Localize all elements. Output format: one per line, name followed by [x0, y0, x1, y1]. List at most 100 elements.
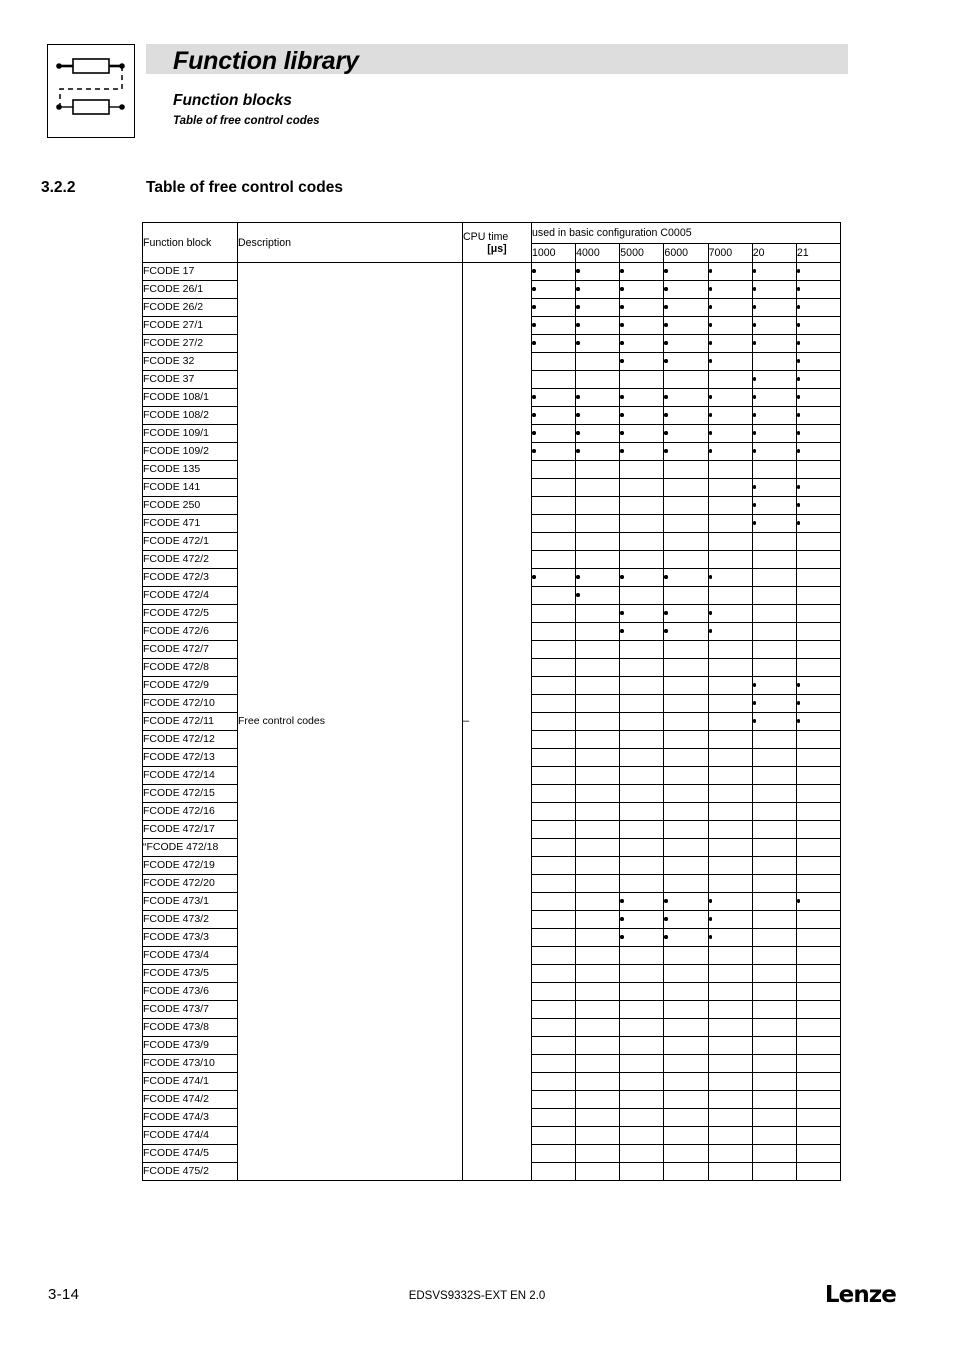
config-cell-empty-5000	[619, 514, 665, 533]
config-cell-empty-6000	[663, 658, 709, 677]
config-cell-empty-4000	[575, 982, 621, 1001]
config-cell-empty-1000	[530, 496, 577, 515]
config-cell-empty-6000	[663, 748, 709, 767]
config-cell-empty-6000	[663, 982, 709, 1001]
config-cell-marked-4000	[575, 442, 621, 461]
config-cell-empty-4000	[575, 658, 621, 677]
function-block-name: FCODE 473/10	[142, 1054, 238, 1073]
config-cell-marked-20	[751, 496, 797, 515]
config-cell-marked-20	[751, 334, 797, 353]
config-cell-empty-1000	[530, 514, 577, 533]
config-cell-empty-1000	[530, 370, 577, 389]
function-block-name: FCODE 32	[142, 352, 238, 371]
config-cell-empty-5000	[619, 946, 665, 965]
config-cell-marked-5000	[619, 892, 665, 911]
config-cell-empty-1000	[530, 1108, 577, 1127]
config-cell-marked-6000	[663, 424, 709, 443]
function-block-name: FCODE 472/14	[142, 766, 238, 785]
config-cell-marked-4000	[575, 298, 621, 317]
config-cell-marked-5000	[619, 928, 665, 947]
config-cell-empty-7000	[707, 496, 753, 515]
config-cell-marked-6000	[663, 622, 709, 641]
config-cell-empty-7000	[707, 586, 753, 605]
config-cell-empty-1000	[530, 1126, 577, 1145]
config-cell-empty-1000	[530, 1000, 577, 1019]
config-cell-empty-7000	[707, 1162, 753, 1181]
usage-dot-marker	[708, 611, 713, 616]
config-cell-empty-4000	[575, 1108, 621, 1127]
config-cell-empty-20	[751, 982, 797, 1001]
function-block-name: FCODE 473/4	[142, 946, 238, 965]
config-cell-empty-6000	[663, 640, 709, 659]
config-cell-marked-21	[795, 406, 842, 425]
config-cell-empty-7000	[707, 874, 753, 893]
config-cell-marked-6000	[663, 910, 709, 929]
function-block-name: FCODE 26/1	[142, 280, 238, 299]
config-cell-marked-1000	[530, 568, 577, 587]
usage-dot-marker	[664, 575, 669, 580]
usage-dot-marker	[796, 269, 801, 274]
config-cell-marked-21	[795, 514, 842, 533]
config-cell-marked-20	[751, 280, 797, 299]
config-cell-empty-7000	[707, 1036, 753, 1055]
usage-dot-marker	[708, 629, 713, 634]
usage-dot-marker	[752, 521, 757, 526]
usage-dot-marker	[796, 341, 801, 346]
config-cell-marked-1000	[530, 388, 577, 407]
usage-dot-marker	[620, 323, 624, 328]
config-cell-empty-6000	[663, 460, 709, 479]
config-cell-empty-6000	[663, 712, 709, 731]
config-cell-marked-21	[795, 262, 842, 281]
config-cell-empty-20	[751, 532, 797, 551]
usage-dot-marker	[708, 449, 713, 454]
config-cell-empty-20	[751, 784, 797, 803]
config-cell-empty-20	[751, 964, 797, 983]
config-cell-empty-21	[795, 460, 842, 479]
description-cell: Free control codes	[237, 262, 463, 1181]
config-cell-empty-1000	[530, 766, 577, 785]
column-header-config-1000: 1000	[530, 243, 577, 263]
usage-dot-marker	[752, 413, 757, 418]
config-cell-marked-5000	[619, 280, 665, 299]
usage-dot-marker	[664, 449, 669, 454]
function-block-name: FCODE 473/9	[142, 1036, 238, 1055]
config-cell-empty-5000	[619, 586, 665, 605]
config-cell-marked-7000	[707, 568, 753, 587]
config-cell-empty-7000	[707, 766, 753, 785]
usage-dot-marker	[752, 503, 757, 508]
config-cell-empty-4000	[575, 370, 621, 389]
function-block-name: FCODE 141	[142, 478, 238, 497]
config-cell-empty-4000	[575, 1000, 621, 1019]
config-cell-marked-6000	[663, 442, 709, 461]
config-cell-marked-20	[751, 676, 797, 695]
usage-dot-marker	[532, 341, 536, 346]
function-block-name: FCODE 474/1	[142, 1072, 238, 1091]
config-cell-empty-1000	[530, 640, 577, 659]
config-cell-empty-4000	[575, 532, 621, 551]
config-cell-empty-20	[751, 1090, 797, 1109]
config-cell-empty-7000	[707, 712, 753, 731]
function-block-name: FCODE 472/6	[142, 622, 238, 641]
usage-dot-marker	[752, 683, 757, 688]
config-cell-empty-5000	[619, 370, 665, 389]
usage-dot-marker	[620, 395, 624, 400]
config-cell-marked-6000	[663, 604, 709, 623]
function-block-name: FCODE 472/4	[142, 586, 238, 605]
config-cell-marked-5000	[619, 406, 665, 425]
config-cell-empty-7000	[707, 784, 753, 803]
config-cell-empty-7000	[707, 1090, 753, 1109]
usage-dot-marker	[620, 917, 624, 922]
usage-dot-marker	[532, 305, 536, 310]
config-cell-empty-20	[751, 568, 797, 587]
column-header-config-5000: 5000	[619, 243, 665, 263]
usage-dot-marker	[796, 503, 801, 508]
function-block-name: FCODE 472/3	[142, 568, 238, 587]
config-cell-empty-20	[751, 1036, 797, 1055]
config-cell-empty-4000	[575, 820, 621, 839]
config-cell-empty-21	[795, 1072, 842, 1091]
config-cell-empty-21	[795, 586, 842, 605]
config-cell-empty-21	[795, 874, 842, 893]
function-block-name: FCODE 108/1	[142, 388, 238, 407]
table-body: FCODE 17 Free control codes – FCODE 26/1 FCO…	[142, 262, 842, 1181]
function-block-name: FCODE 473/3	[142, 928, 238, 947]
